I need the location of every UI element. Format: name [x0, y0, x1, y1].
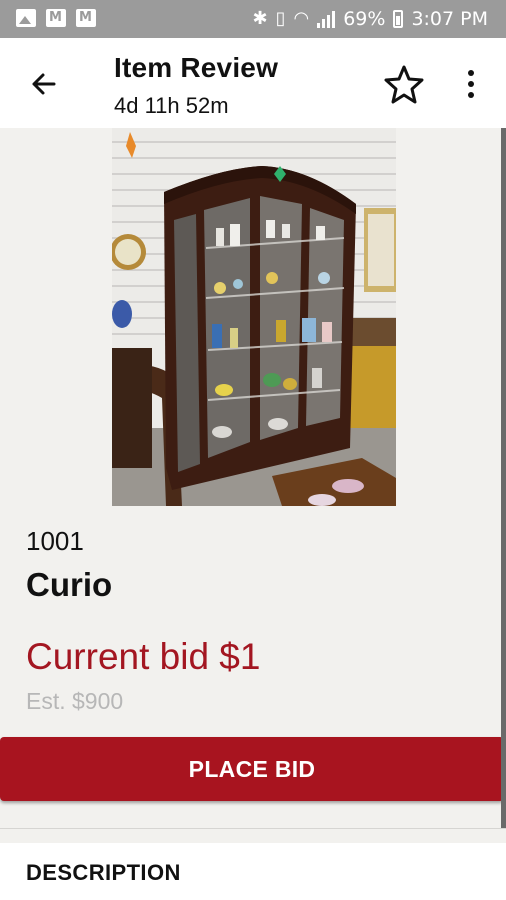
- image-notification-icon: [16, 9, 36, 27]
- vibrate-icon: ▯: [275, 8, 286, 29]
- item-review-screen: ✱ ▯ ◠ 69% 3:07 PM Item Review 4d 11h 52m: [0, 0, 506, 900]
- current-bid: Current bid $1: [26, 636, 261, 677]
- star-outline-icon: [384, 65, 424, 104]
- system-icons: ✱ ▯ ◠ 69% 3:07 PM: [252, 8, 488, 30]
- gmail-icon: [76, 9, 96, 27]
- battery-percent: 69%: [343, 8, 386, 30]
- curio-cabinet-image: [112, 128, 396, 506]
- place-bid-button[interactable]: PLACE BID: [0, 737, 504, 801]
- signal-icon: [317, 10, 336, 28]
- app-bar: Item Review 4d 11h 52m: [0, 38, 506, 128]
- more-options-button[interactable]: [456, 64, 486, 104]
- item-name: Curio: [26, 566, 113, 603]
- section-divider: [0, 828, 506, 829]
- more-vert-icon: [468, 70, 474, 98]
- estimate: Est. $900: [26, 688, 124, 714]
- scrollbar[interactable]: [501, 128, 506, 828]
- description-heading: DESCRIPTION: [26, 860, 181, 885]
- back-arrow-icon: [32, 73, 56, 95]
- item-photo[interactable]: [112, 128, 396, 506]
- lot-number: 1001: [26, 526, 84, 556]
- status-bar: ✱ ▯ ◠ 69% 3:07 PM: [0, 0, 506, 38]
- bluetooth-icon: ✱: [252, 8, 268, 29]
- clock: 3:07 PM: [411, 8, 488, 30]
- watch-button[interactable]: [382, 62, 426, 106]
- page-title: Item Review: [114, 52, 279, 83]
- gmail-icon: [46, 9, 66, 27]
- wifi-icon: ◠: [293, 8, 310, 29]
- back-button[interactable]: [24, 64, 64, 104]
- time-remaining: 4d 11h 52m: [114, 93, 229, 118]
- description-section[interactable]: DESCRIPTION: [0, 843, 506, 900]
- battery-icon: [393, 10, 404, 28]
- notification-icons: [16, 9, 96, 27]
